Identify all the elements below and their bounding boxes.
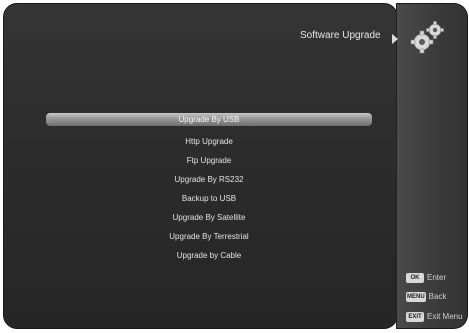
tv-screen: Software Upgrade Upgrade By USB Http Upg…	[0, 0, 469, 333]
menu-item-upgrade-by-satellite[interactable]: Upgrade By Satellite	[46, 208, 372, 227]
menu-item-backup-to-usb[interactable]: Backup to USB	[46, 189, 372, 208]
hint-exit[interactable]: EXIT Exit Menu	[406, 311, 463, 323]
page-title: Software Upgrade	[300, 30, 381, 41]
hint-enter-label: Enter	[427, 273, 447, 282]
menu-item-http-upgrade[interactable]: Http Upgrade	[46, 132, 372, 151]
exit-key-icon: EXIT	[406, 311, 424, 322]
menu-key-icon: MENU	[406, 291, 426, 302]
hint-back[interactable]: MENU Back	[406, 291, 446, 303]
menu-item-upgrade-by-cable[interactable]: Upgrade by Cable	[46, 246, 372, 265]
menu-item-upgrade-by-usb[interactable]: Upgrade By USB	[46, 113, 372, 126]
ok-key-icon: OK	[406, 272, 424, 283]
menu-item-upgrade-by-terrestrial[interactable]: Upgrade By Terrestrial	[46, 227, 372, 246]
menu-item-upgrade-by-rs232[interactable]: Upgrade By RS232	[46, 170, 372, 189]
hint-exit-label: Exit Menu	[427, 312, 463, 321]
menu-item-ftp-upgrade[interactable]: Ftp Upgrade	[46, 151, 372, 170]
upgrade-menu: Upgrade By USB Http Upgrade Ftp Upgrade …	[46, 113, 372, 265]
hint-back-label: Back	[428, 292, 447, 301]
hint-enter[interactable]: OK Enter	[406, 272, 446, 284]
gear-icon	[410, 21, 444, 54]
title-arrow-icon	[392, 34, 398, 44]
